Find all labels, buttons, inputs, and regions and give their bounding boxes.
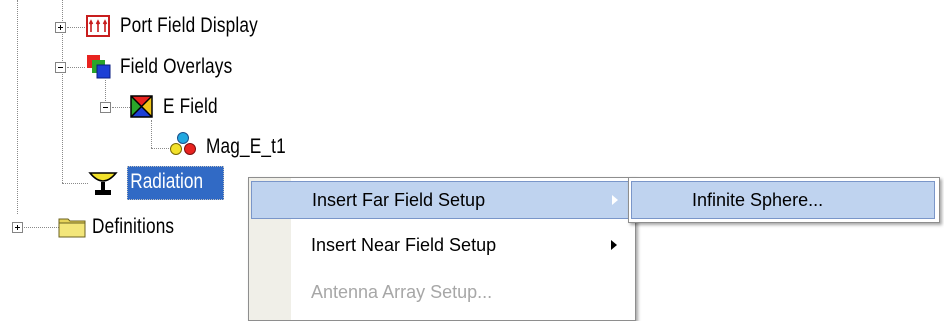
port-field-icon: [86, 15, 110, 37]
expand-port-field-display-button[interactable]: [55, 22, 66, 33]
menu-item-antenna-array-setup[interactable]: Antenna Array Setup...: [251, 274, 631, 312]
tree-guide-line: [151, 148, 169, 149]
submenu-arrow-icon: [612, 195, 618, 205]
antenna-icon: [88, 172, 118, 195]
tree-node-definitions[interactable]: Definitions: [92, 214, 174, 240]
tree-guide-line: [112, 107, 130, 108]
collapse-field-overlays-button[interactable]: [55, 62, 66, 73]
e-field-icon: [130, 95, 153, 118]
menu-item-infinite-sphere[interactable]: Infinite Sphere...: [631, 181, 935, 219]
tree-guide-line: [67, 67, 85, 68]
tree-node-mag-e-t1[interactable]: Mag_E_t1: [206, 134, 286, 160]
scalar-plot-icon: [170, 132, 196, 155]
menu-item-insert-near-field-setup[interactable]: Insert Near Field Setup: [251, 227, 631, 265]
collapse-e-field-button[interactable]: [100, 102, 111, 113]
far-field-submenu: Infinite Sphere...: [628, 177, 940, 223]
submenu-arrow-icon: [611, 240, 617, 250]
menu-item-label: Insert Near Field Setup: [311, 235, 497, 255]
menu-item-label: Antenna Array Setup...: [311, 282, 493, 302]
expand-definitions-button[interactable]: [12, 222, 23, 233]
tree-node-radiation[interactable]: Radiation: [127, 166, 224, 200]
context-menu: Insert Far Field Setup Insert Near Field…: [248, 177, 636, 321]
tree-node-port-field-display[interactable]: Port Field Display: [120, 13, 258, 39]
tree-guide-line: [67, 27, 85, 28]
menu-item-label: Insert Far Field Setup: [312, 190, 486, 210]
field-overlays-icon: [87, 55, 111, 79]
tree-node-field-overlays[interactable]: Field Overlays: [120, 54, 232, 80]
tree-node-e-field[interactable]: E Field: [163, 94, 218, 120]
tree-guide-line: [151, 120, 152, 148]
menu-item-insert-far-field-setup[interactable]: Insert Far Field Setup: [251, 181, 631, 219]
tree-guide-line: [17, 0, 18, 214]
menu-item-label: Infinite Sphere...: [692, 190, 824, 210]
folder-icon: [58, 218, 86, 238]
tree-guide-line: [17, 227, 59, 228]
tree-guide-line: [62, 183, 88, 184]
